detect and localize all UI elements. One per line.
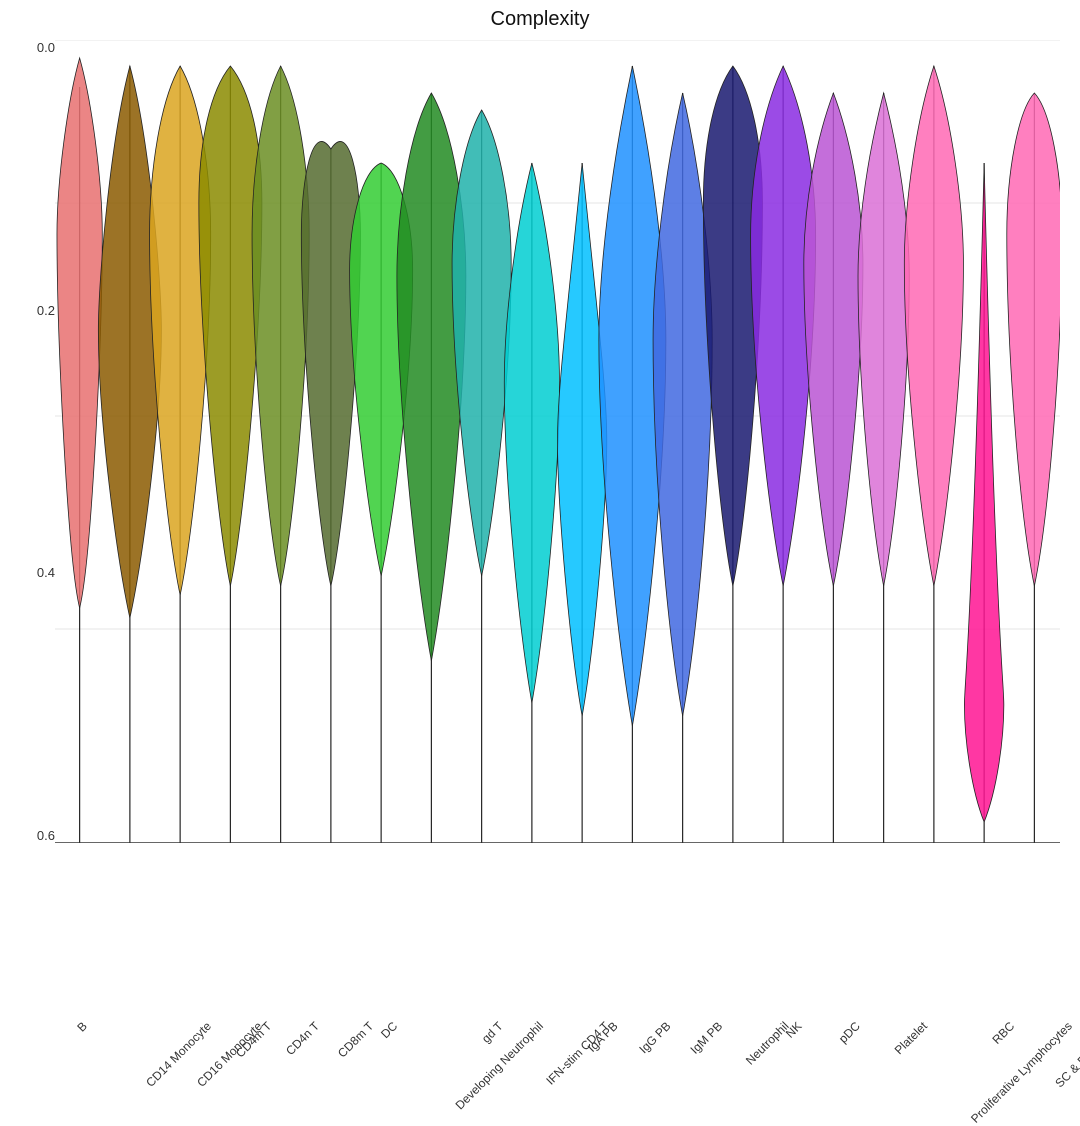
x-label-Neutrophil: Neutrophil bbox=[743, 1019, 792, 1068]
violin-SC-Eosinophil bbox=[1007, 93, 1060, 843]
x-label-Platelet: Platelet bbox=[892, 1019, 930, 1057]
violin-Platelet bbox=[858, 93, 909, 843]
chart-container: Complexity 0.6 0.4 0.2 0.0 bbox=[0, 0, 1080, 1043]
violin-RBC bbox=[964, 163, 1003, 843]
y-label-04: 0.4 bbox=[37, 565, 55, 580]
chart-title: Complexity bbox=[0, 8, 1080, 31]
x-label-B: B bbox=[74, 1019, 90, 1035]
x-axis-labels: B CD14 Monocyte CD16 Monocyte CD4m T CD4… bbox=[55, 843, 1075, 1033]
violin-IgA-PB bbox=[558, 163, 607, 843]
x-label-CD8m-T: CD8m T bbox=[335, 1019, 376, 1060]
y-label-06: 0.6 bbox=[37, 828, 55, 843]
x-label-gd-T: gd T bbox=[479, 1019, 506, 1046]
violin-B bbox=[57, 58, 102, 843]
violin-CD4m-T bbox=[199, 66, 262, 843]
violin-plot-svg bbox=[55, 40, 1060, 843]
violin-gd-T bbox=[452, 110, 511, 843]
x-label-IgG-PB: IgG PB bbox=[636, 1019, 673, 1056]
y-label-00: 0.0 bbox=[37, 40, 55, 55]
x-label-IgM-PB: IgM PB bbox=[688, 1019, 726, 1057]
x-label-pDC: pDC bbox=[836, 1019, 863, 1046]
violin-Proliferative-Lymphocytes bbox=[904, 66, 963, 843]
violin-IFN-stim-CD4-T bbox=[504, 163, 559, 843]
x-label-DC: DC bbox=[378, 1019, 400, 1041]
y-label-02: 0.2 bbox=[37, 303, 55, 318]
violin-CD4n-T bbox=[252, 66, 309, 843]
y-axis: 0.6 0.4 0.2 0.0 bbox=[10, 40, 55, 843]
x-label-CD4n-T: CD4n T bbox=[283, 1019, 322, 1058]
violin-NK bbox=[751, 66, 816, 843]
x-label-NK: NK bbox=[783, 1019, 805, 1041]
violin-pDC bbox=[804, 93, 863, 843]
